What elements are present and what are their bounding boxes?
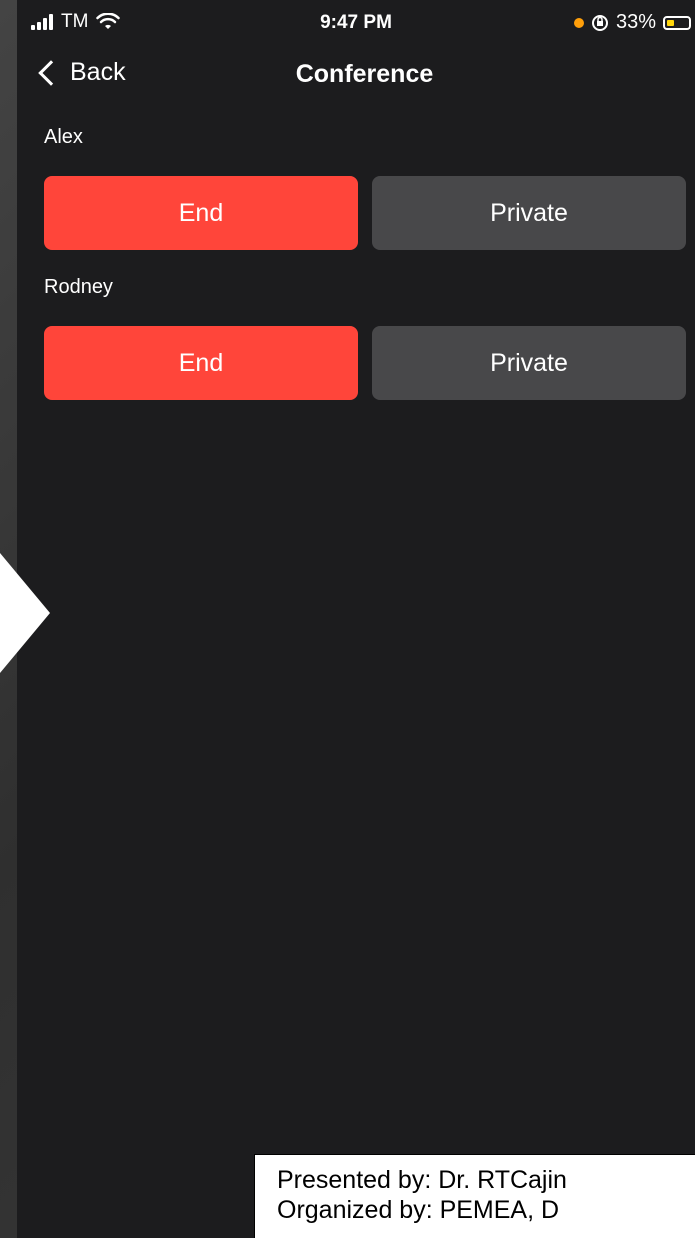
battery-icon	[663, 15, 691, 30]
navigation-bar: Back Conference	[17, 54, 695, 98]
privacy-indicator-icon	[573, 17, 584, 28]
participant-actions: End Private	[44, 326, 686, 400]
participant-name: Rodney	[44, 276, 113, 298]
private-call-button[interactable]: Private	[372, 326, 686, 400]
status-bar: TM 9:47 PM 33%	[17, 0, 695, 46]
participant-name: Alex	[44, 126, 83, 148]
caption-organized-by: Organized by: PEMEA, D	[277, 1196, 560, 1224]
page-title: Conference	[295, 60, 434, 88]
participant-row: Rodney End Private	[44, 276, 686, 400]
caption-presented-by: Presented by: Dr. RTCajin	[277, 1166, 567, 1194]
participant-row: Alex End Private	[44, 126, 686, 250]
pointer-arrow-icon	[0, 553, 50, 673]
orientation-lock-icon	[591, 14, 608, 31]
status-right: 33%	[573, 11, 691, 34]
end-call-button[interactable]: End	[44, 176, 358, 250]
battery-percent: 33%	[615, 11, 656, 33]
participant-actions: End Private	[44, 176, 686, 250]
battery-level	[667, 19, 674, 26]
private-call-button[interactable]: Private	[372, 176, 686, 250]
phone-screen: TM 9:47 PM 33% Back Conference Alex End …	[17, 0, 695, 1238]
end-call-button[interactable]: End	[44, 326, 358, 400]
presenter-caption: Presented by: Dr. RTCajin Organized by: …	[254, 1154, 695, 1238]
